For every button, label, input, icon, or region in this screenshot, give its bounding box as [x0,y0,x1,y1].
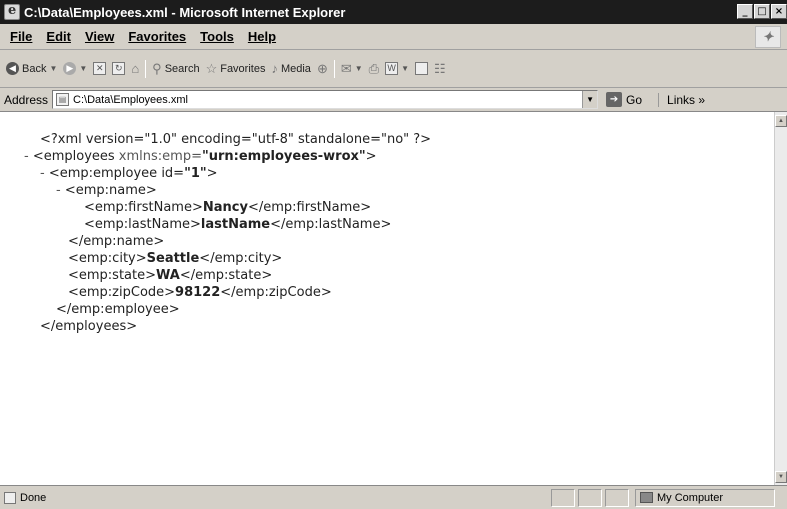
ie-app-icon[interactable] [4,3,20,20]
xml-close-employee: </emp:employee> [56,302,180,317]
status-bar: Done My Computer [0,485,787,509]
back-button[interactable]: ◀ Back ▼ [6,62,57,75]
discuss-icon [415,62,428,75]
mail-button[interactable]: ✉ ▼ [341,61,363,77]
toolbar-separator [145,59,147,78]
discuss-button[interactable] [415,62,428,75]
go-button[interactable]: ➔ Go [606,92,642,107]
status-panel [551,488,575,507]
status-panel [578,488,602,507]
collapse-toggle[interactable]: - [24,149,33,164]
status-panel [605,488,629,507]
mail-icon: ✉ [340,60,352,76]
home-icon: ⌂ [131,61,140,76]
history-button[interactable]: ⊕ [317,61,328,77]
collapse-toggle[interactable]: - [56,183,65,198]
search-icon: ⚲ [152,60,162,76]
media-icon: ♪ [271,61,278,76]
xml-node-city: <emp:city>Seattle</emp:city> [68,251,283,266]
xml-close-name: </emp:name> [68,234,165,249]
status-text: Done [20,491,47,504]
scroll-down-icon[interactable]: ▼ [775,471,787,483]
media-label: Media [280,62,311,75]
xml-node-lastname: <emp:lastName>lastName</emp:lastName> [84,217,392,232]
maximize-button[interactable]: □ [754,4,770,19]
address-label: Address [4,92,49,107]
xml-viewer: <?xml version="1.0" encoding="utf-8" sta… [0,112,774,485]
star-icon: ☆ [205,60,218,76]
title-bar: C:\Data\Employees.xml - Microsoft Intern… [0,0,787,24]
favorites-button[interactable]: ☆ Favorites [206,61,266,77]
xml-page-icon: ▤ [56,93,70,106]
forward-button[interactable]: ▶ ▼ [63,62,87,75]
window-controls: _ □ × [737,4,787,19]
window-title: C:\Data\Employees.xml - Microsoft Intern… [24,4,346,20]
xml-declaration: <?xml version="1.0" encoding="utf-8" sta… [40,132,432,147]
menu-help[interactable]: Help [242,29,284,44]
menu-edit[interactable]: Edit [40,29,79,44]
back-arrow-icon: ◀ [6,62,19,75]
vertical-scrollbar[interactable]: ▲ ▼ [774,112,787,485]
forward-arrow-icon: ▶ [63,62,77,75]
zone-label: My Computer [657,491,724,504]
menu-file[interactable]: File [4,29,40,44]
back-label: Back [22,62,47,75]
favorites-label: Favorites [220,62,266,75]
go-label: Go [626,92,643,107]
media-button[interactable]: ♪ Media [271,61,310,76]
print-button[interactable]: ⎙ [369,61,379,77]
mail-dropdown-icon: ▼ [354,64,363,73]
links-button[interactable]: Links » [658,92,705,107]
collapse-toggle[interactable]: - [40,166,49,181]
menu-tools[interactable]: Tools [194,29,242,44]
history-icon: ⊕ [316,60,328,76]
menu-bar: File Edit View Favorites Tools Help ✦ [0,24,787,50]
messenger-button[interactable]: ☷ [434,61,446,77]
security-zone: My Computer [635,488,775,507]
stop-icon: ✕ [93,62,107,75]
xml-node-zipcode: <emp:zipCode>98122</emp:zipCode> [68,285,332,300]
home-button[interactable]: ⌂ [131,61,139,76]
forward-dropdown-icon: ▼ [79,64,88,73]
back-dropdown-icon: ▼ [49,64,58,73]
xml-node-employees: - <employees xmlns:emp="urn:employees-wr… [24,149,377,164]
menu-view[interactable]: View [79,29,122,44]
xml-node-firstname: <emp:firstName>Nancy</emp:firstName> [84,200,372,215]
scroll-up-icon[interactable]: ▲ [775,115,787,127]
edit-button[interactable]: W ▼ [385,62,409,75]
messenger-icon: ☷ [434,60,446,76]
refresh-icon: ↻ [112,62,126,75]
status-done: Done [0,491,548,504]
address-input[interactable]: ▤ C:\Data\Employees.xml ▼ [52,90,599,109]
close-button[interactable]: × [771,4,787,19]
address-dropdown-icon[interactable]: ▼ [582,91,598,108]
search-button[interactable]: ⚲ Search [152,61,199,77]
minimize-button[interactable]: _ [737,4,753,19]
stop-button[interactable]: ✕ [93,62,107,75]
search-label: Search [164,62,200,75]
edit-dropdown-icon: ▼ [401,64,409,73]
computer-icon [640,492,653,503]
go-arrow-icon: ➔ [606,92,623,107]
refresh-button[interactable]: ↻ [112,62,126,75]
menu-favorites[interactable]: Favorites [122,29,194,44]
xml-node-state: <emp:state>WA</emp:state> [68,268,273,283]
address-value: C:\Data\Employees.xml [73,93,188,106]
xml-node-employee: - <emp:employee id="1"> [40,166,218,181]
standard-toolbar: ◀ Back ▼ ▶ ▼ ✕ ↻ ⌂ ⚲ Search ☆ Favorites … [0,50,787,88]
print-icon: ⎙ [368,60,380,76]
address-bar: Address ▤ C:\Data\Employees.xml ▼ ➔ Go L… [0,88,787,112]
xml-close-employees: </employees> [40,319,138,334]
xml-node-name: - <emp:name> [56,183,157,198]
page-done-icon [4,491,16,504]
windows-logo-icon: ✦ [755,26,781,48]
word-edit-icon: W [385,62,399,75]
toolbar-separator [333,59,335,78]
